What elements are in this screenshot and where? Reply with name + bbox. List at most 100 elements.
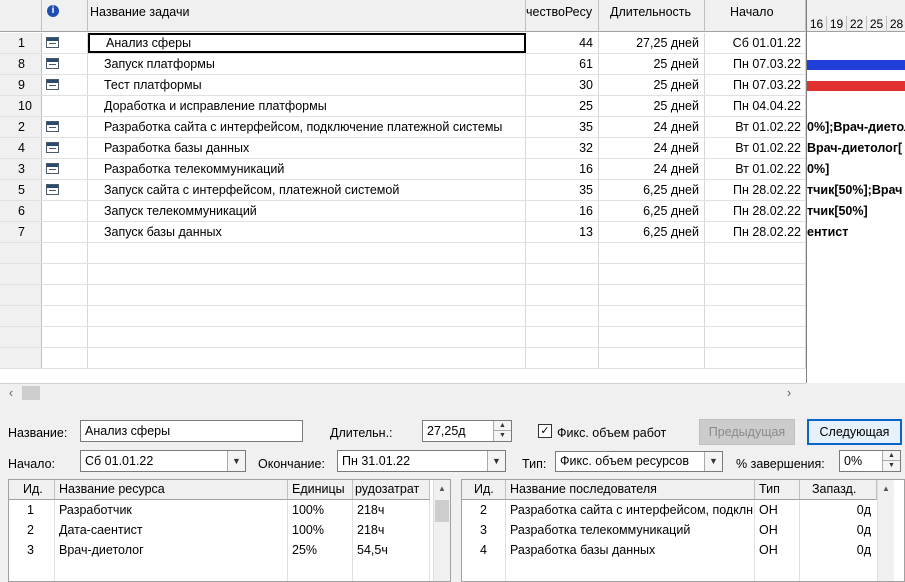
task-name-cell[interactable]: Запуск платформы bbox=[88, 54, 526, 74]
duration-cell[interactable]: 25 дней bbox=[599, 75, 705, 95]
task-id-cell[interactable] bbox=[0, 264, 42, 284]
resource-units-cell[interactable]: 25% bbox=[288, 540, 353, 560]
duration-stepper[interactable]: 27,25д ▲ ▼ bbox=[422, 420, 512, 442]
duration-spin-buttons[interactable]: ▲ ▼ bbox=[493, 421, 511, 441]
start-cell[interactable] bbox=[705, 264, 806, 284]
task-row[interactable] bbox=[0, 327, 806, 348]
units-cell[interactable]: 16 bbox=[526, 159, 599, 179]
successor-type-cell[interactable]: ОН bbox=[755, 500, 800, 520]
percent-complete-stepper[interactable]: 0% ▲ ▼ bbox=[839, 450, 901, 472]
units-cell[interactable] bbox=[526, 348, 599, 368]
start-cell[interactable]: Вт 01.02.22 bbox=[705, 138, 806, 158]
task-row[interactable] bbox=[0, 264, 806, 285]
task-name-cell[interactable]: Анализ сферы bbox=[88, 33, 526, 53]
resource-name-header[interactable]: Название ресурса bbox=[55, 480, 288, 500]
duration-cell[interactable]: 25 дней bbox=[599, 54, 705, 74]
task-name-cell[interactable]: Запуск телекоммуникаций bbox=[88, 201, 526, 221]
units-cell[interactable]: 35 bbox=[526, 180, 599, 200]
duration-cell[interactable]: 24 дней bbox=[599, 138, 705, 158]
task-row[interactable]: 5 Запуск сайта с интерфейсом, платежной с… bbox=[0, 180, 806, 201]
gantt-bar-red[interactable] bbox=[807, 81, 905, 91]
units-cell[interactable]: 32 bbox=[526, 138, 599, 158]
task-type-select[interactable]: Фикс. объем ресурсов ▼ bbox=[555, 451, 723, 472]
duration-cell[interactable] bbox=[599, 285, 705, 305]
spin-up-icon[interactable]: ▲ bbox=[494, 421, 511, 431]
start-cell[interactable] bbox=[705, 285, 806, 305]
task-row[interactable] bbox=[0, 285, 806, 306]
start-cell[interactable] bbox=[705, 243, 806, 263]
units-cell[interactable]: 30 bbox=[526, 75, 599, 95]
task-row[interactable]: 3 Разработка телекоммуникаций 16 24 дней Вт … bbox=[0, 159, 806, 180]
duration-cell[interactable]: 27,25 дней bbox=[599, 33, 705, 53]
duration-cell[interactable]: 24 дней bbox=[599, 159, 705, 179]
task-id-cell[interactable]: 6 bbox=[0, 201, 42, 221]
task-row[interactable]: 6 Запуск телекоммуникаций 16 6,25 дней Пн 28… bbox=[0, 201, 806, 222]
task-id-cell[interactable]: 7 bbox=[0, 222, 42, 242]
units-cell[interactable]: 16 bbox=[526, 201, 599, 221]
resource-id-cell[interactable]: 3 bbox=[9, 540, 55, 560]
units-cell[interactable] bbox=[526, 306, 599, 326]
scroll-right-icon[interactable]: › bbox=[780, 384, 798, 403]
units-cell[interactable] bbox=[526, 327, 599, 347]
task-id-cell[interactable]: 4 bbox=[0, 138, 42, 158]
start-cell[interactable]: Пн 04.04.22 bbox=[705, 96, 806, 116]
task-id-cell[interactable]: 1 bbox=[0, 33, 42, 53]
successor-name-cell[interactable]: Разработка базы данных bbox=[506, 540, 755, 560]
task-name-cell[interactable]: Разработка сайта с интерфейсом, подключе… bbox=[88, 117, 526, 137]
resource-units-cell[interactable]: 100% bbox=[288, 500, 353, 520]
task-name-cell[interactable]: Доработка и исправление платформы bbox=[88, 96, 526, 116]
task-id-cell[interactable] bbox=[0, 327, 42, 347]
task-name-field[interactable]: Анализ сферы bbox=[80, 420, 303, 442]
grid-horizontal-scrollbar[interactable]: ‹ › bbox=[0, 383, 806, 402]
chevron-down-icon[interactable]: ▼ bbox=[704, 452, 722, 471]
task-name-cell[interactable] bbox=[88, 306, 526, 326]
id-column-header[interactable] bbox=[0, 0, 42, 32]
scroll-up-icon[interactable]: ▲ bbox=[434, 480, 450, 497]
task-name-cell[interactable] bbox=[88, 348, 526, 368]
successor-type-cell[interactable]: ОН bbox=[755, 540, 800, 560]
successors-vertical-scrollbar[interactable]: ▲ bbox=[877, 480, 894, 581]
successor-id-cell[interactable]: 2 bbox=[462, 500, 506, 520]
chevron-down-icon[interactable]: ▼ bbox=[227, 451, 245, 471]
resource-name-cell[interactable]: Дата-саентист bbox=[55, 520, 288, 540]
task-row[interactable]: 4 Разработка базы данных 32 24 дней Вт 01.02… bbox=[0, 138, 806, 159]
units-cell[interactable]: 61 bbox=[526, 54, 599, 74]
task-row[interactable] bbox=[0, 243, 806, 264]
resource-units-header[interactable]: Единицы bbox=[288, 480, 353, 500]
units-cell[interactable]: 25 bbox=[526, 96, 599, 116]
task-id-cell[interactable]: 8 bbox=[0, 54, 42, 74]
resource-id-cell[interactable]: 2 bbox=[9, 520, 55, 540]
start-cell[interactable]: Вт 01.02.22 bbox=[705, 117, 806, 137]
successor-id-cell[interactable]: 4 bbox=[462, 540, 506, 560]
start-cell[interactable]: Пн 07.03.22 bbox=[705, 54, 806, 74]
task-id-cell[interactable] bbox=[0, 285, 42, 305]
task-name-cell[interactable]: Разработка базы данных bbox=[88, 138, 526, 158]
units-cell[interactable] bbox=[526, 243, 599, 263]
task-row[interactable]: 10 Доработка и исправление платформы 25 25 … bbox=[0, 96, 806, 117]
resource-units-cell[interactable]: 100% bbox=[288, 520, 353, 540]
resource-work-header[interactable]: рудозатрат bbox=[353, 480, 430, 500]
successor-lag-header[interactable]: Запазд. bbox=[800, 480, 877, 500]
start-cell[interactable]: Пн 07.03.22 bbox=[705, 75, 806, 95]
start-cell[interactable] bbox=[705, 348, 806, 368]
duration-cell[interactable] bbox=[599, 327, 705, 347]
successor-name-cell[interactable]: Разработка сайта с интерфейсом, подклн bbox=[506, 500, 755, 520]
units-cell[interactable] bbox=[526, 264, 599, 284]
duration-cell[interactable]: 6,25 дней bbox=[599, 201, 705, 221]
task-name-cell[interactable]: Запуск базы данных bbox=[88, 222, 526, 242]
task-row[interactable] bbox=[0, 306, 806, 327]
spin-up-icon[interactable]: ▲ bbox=[883, 451, 900, 461]
duration-column-header[interactable]: Длительность bbox=[599, 0, 705, 32]
units-cell[interactable]: 35 bbox=[526, 117, 599, 137]
task-id-cell[interactable]: 10 bbox=[0, 96, 42, 116]
successor-name-header[interactable]: Название последователя bbox=[506, 480, 755, 500]
task-name-cell[interactable] bbox=[88, 327, 526, 347]
task-id-cell[interactable]: 3 bbox=[0, 159, 42, 179]
successor-lag-cell[interactable]: 0д bbox=[800, 520, 877, 540]
task-id-cell[interactable] bbox=[0, 243, 42, 263]
duration-cell[interactable] bbox=[599, 348, 705, 368]
duration-cell[interactable] bbox=[599, 306, 705, 326]
indicators-column-header[interactable]: i bbox=[42, 0, 88, 32]
resource-name-cell[interactable]: Разработчик bbox=[55, 500, 288, 520]
start-cell[interactable]: Сб 01.01.22 bbox=[705, 33, 806, 53]
